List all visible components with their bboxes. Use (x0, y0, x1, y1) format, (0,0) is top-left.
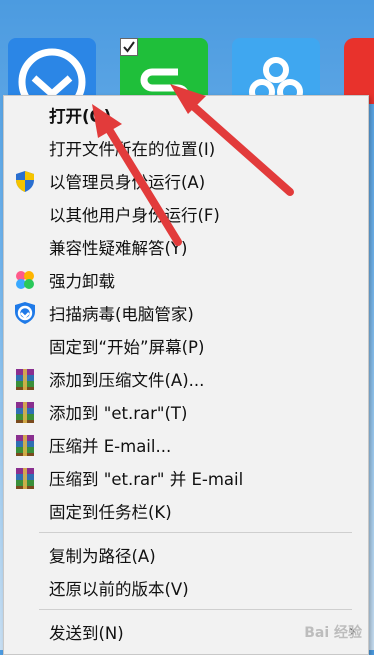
menu-item[interactable]: 扫描病毒(电脑管家) (4, 296, 368, 329)
menu-item-label: 打开文件所在的位置(I) (49, 139, 216, 159)
menu-item[interactable]: 添加到 "et.rar"(T) (4, 395, 368, 428)
menu-item-label: 压缩并 E-mail... (49, 436, 172, 456)
menu-item[interactable]: 打开文件所在的位置(I) (4, 131, 368, 164)
winrar-icon (13, 367, 37, 391)
menu-item[interactable]: 兼容性疑难解答(Y) (4, 230, 368, 263)
menu-item[interactable]: 复制为路径(A) (4, 538, 368, 571)
menu-item-label: 添加到压缩文件(A)... (49, 370, 205, 390)
winrar-icon (13, 433, 37, 457)
menu-item-label: 固定到“开始”屏幕(P) (49, 337, 205, 357)
menu-item-label: 固定到任务栏(K) (49, 502, 172, 522)
menu-item-label: 复制为路径(A) (49, 546, 156, 566)
menu-item[interactable]: 还原以前的版本(V) (4, 571, 368, 604)
menu-item[interactable]: 压缩并 E-mail... (4, 428, 368, 461)
pc-manager-shield-icon (13, 301, 37, 325)
menu-item[interactable]: 强力卸载 (4, 263, 368, 296)
watermark: Bai 经验 (304, 625, 362, 641)
menu-item-label: 强力卸载 (49, 271, 115, 291)
menu-item[interactable]: 打开(O) (4, 98, 368, 131)
menu-item[interactable]: 添加到压缩文件(A)... (4, 362, 368, 395)
menu-item[interactable]: 压缩到 "et.rar" 并 E-mail (4, 461, 368, 494)
menu-item-label: 压缩到 "et.rar" 并 E-mail (49, 469, 244, 489)
uac-shield-icon (13, 169, 37, 193)
menu-item[interactable]: 以管理员身份运行(A) (4, 164, 368, 197)
menu-item-label: 以其他用户身份运行(F) (49, 205, 220, 225)
menu-item-label: 以管理员身份运行(A) (49, 172, 206, 192)
menu-item-label: 发送到(N) (49, 623, 124, 643)
menu-item-label: 兼容性疑难解答(Y) (49, 238, 188, 258)
menu-item-label: 还原以前的版本(V) (49, 579, 189, 599)
selection-checkbox-icon[interactable] (120, 38, 138, 56)
menu-item[interactable]: 固定到任务栏(K) (4, 494, 368, 527)
context-menu: 打开(O) 打开文件所在的位置(I) 以管理员身份运行(A) 以其他用户身份运行(F)… (3, 95, 369, 655)
menu-item-label: 打开(O) (49, 106, 112, 126)
uninstall-icon (13, 268, 37, 292)
menu-item[interactable]: 固定到“开始”屏幕(P) (4, 329, 368, 362)
menu-separator (39, 532, 352, 533)
menu-item[interactable]: 以其他用户身份运行(F) (4, 197, 368, 230)
winrar-icon (13, 466, 37, 490)
menu-item-label: 扫描病毒(电脑管家) (49, 304, 194, 324)
menu-item-label: 添加到 "et.rar"(T) (49, 403, 188, 423)
winrar-icon (13, 400, 37, 424)
menu-separator (39, 609, 352, 610)
